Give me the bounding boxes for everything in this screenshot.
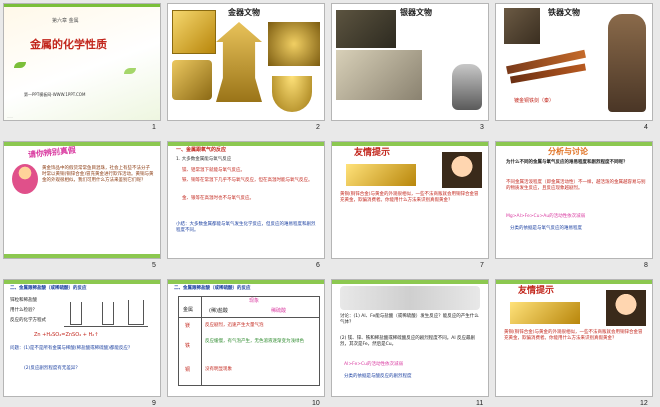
row-cu-label: 铜 xyxy=(185,367,191,373)
slide-number-5: 5 xyxy=(152,262,156,269)
row-fe-label: 铁 xyxy=(185,343,191,349)
slide-number-10: 10 xyxy=(312,400,320,407)
slide-heading: 二、金属跟稀盐酸（或稀硫酸）的反应 xyxy=(174,286,251,291)
gold-cup-image xyxy=(272,76,312,112)
silver-chest-image xyxy=(336,50,422,100)
slide-body: 黄铜(铜锌合金)与黄金的外观很相似，一些不法商贩就会用铜锌合金冒充黄金，欺骗消费… xyxy=(504,330,643,341)
row-fe-result: 反应缓慢，有气泡产生，无色溶液逐渐变为浅绿色 xyxy=(205,339,304,344)
slide-heading: 二、金属跟稀盐酸（或稀硫酸）的反应 xyxy=(10,286,87,291)
slide-label: 铁器文物 xyxy=(548,8,580,17)
row-cu-result: 没有明显现象 xyxy=(205,367,232,372)
slide-thumbnail-1[interactable]: 第六章 金属 金属的化学性质 第一PPT模板网-WWW.1PPT.COM ...… xyxy=(3,3,161,121)
gold-pavilion-image xyxy=(216,22,262,102)
header-h2so4: 稀硫酸 xyxy=(271,308,287,314)
slide-number-2: 2 xyxy=(316,124,320,131)
line-2: 用什么检验？ xyxy=(10,308,37,313)
gold-jewelry-image xyxy=(346,164,416,186)
slide-subheading: 1. 大多数金属能与氧气反应 xyxy=(176,157,232,162)
question: 为什么不同的金属与氧气反应的难易程度和剧烈程度不同呢？ xyxy=(506,160,628,165)
slide-number-8: 8 xyxy=(644,262,648,269)
slide-heading: 友情提示 xyxy=(354,148,391,158)
row-mg-result: 反应剧烈，迅速产生大量气泡 xyxy=(205,323,264,328)
slide-thumbnail-2[interactable]: 金器文物 xyxy=(167,3,325,121)
slide-label: 银器文物 xyxy=(400,8,432,17)
gold-jewelry-image xyxy=(510,302,580,324)
lab-apparatus-image xyxy=(64,298,148,327)
paragraph-3: 分类的依据是与氧气反应的难易程度 xyxy=(510,226,582,231)
slide-thumbnail-12[interactable]: 友情提示 黄铜(铜锌合金)与黄金的外观很相似，一些不法商贩就会用铜锌合金冒充黄金… xyxy=(495,279,653,397)
slide-heading: 友情提示 xyxy=(518,286,555,296)
slide-number-3: 3 xyxy=(480,124,484,131)
gold-vessel-image xyxy=(172,60,212,100)
slide-thumbnail-6[interactable]: 一、金属跟氧气的反应 1. 大多数金属能与氧气反应 镁、铝常温下就能与氧气反应。… xyxy=(167,141,325,259)
question-2: (2)反应剧烈程度有无差异？ xyxy=(24,366,80,371)
line-1: 锌粒和稀盐酸 xyxy=(10,298,37,303)
slide-number-1: 1 xyxy=(152,124,156,131)
discussion-4: 分类的依据是与酸反应的剧烈程度 xyxy=(344,374,412,379)
slide-body: 黄金饰品中的假货常常鱼目混珠，社会上有些不法分子时常以黄铜(铜锌合金)冒充黄金进… xyxy=(42,166,154,183)
slide-thumbnail-9[interactable]: 二、金属跟稀盐酸（或稀硫酸）的反应 锌粒和稀盐酸 用什么检验？ 反应的化学方程式… xyxy=(3,279,161,397)
slide-number-9: 9 xyxy=(152,400,156,407)
slide-thumbnail-11[interactable]: 讨论：(1) Al、Fe能与盐酸（或稀硫酸）发生反应？能反应的产生什么气体？ (… xyxy=(331,279,489,397)
slide-title: 金属的化学性质 xyxy=(30,38,107,51)
slide-heading: 分析与讨论 xyxy=(548,147,588,156)
site-link[interactable]: 第一PPT模板网-WWW.1PPT.COM xyxy=(24,92,85,98)
person-photo xyxy=(442,152,482,188)
slide-heading: 请你辨别真假 xyxy=(27,145,77,160)
row-mg-label: 镁 xyxy=(185,323,191,329)
silver-box-image xyxy=(336,10,396,48)
line-3: 反应的化学方程式 xyxy=(10,318,46,323)
bullet-1: 镁、铝常温下就能与氧气反应。 xyxy=(182,168,245,173)
slide-number-6: 6 xyxy=(316,262,320,269)
slide-thumbnail-7[interactable]: 友情提示 黄铜(铜锌合金)与黄金的外观很相似，一些不法商贩就会用铜锌合金冒充黄金… xyxy=(331,141,489,259)
person-photo xyxy=(606,290,646,326)
slide-number-12: 12 xyxy=(640,400,648,407)
gold-seal-image xyxy=(172,10,216,54)
gold-plate-image xyxy=(268,22,320,66)
header-metal: 金属 xyxy=(183,307,194,313)
bullet-3: 金、银等在高温时也不与氧气反应。 xyxy=(182,196,254,201)
slide-thumbnail-10[interactable]: 二、金属跟稀盐酸（或稀硫酸）的反应 金属 现象 (稀)盐酸 稀硫酸 镁 反应剧烈… xyxy=(167,279,325,397)
silver-jug-image xyxy=(452,64,482,110)
slide-body: 黄铜(铜锌合金)与黄金的外观很相似，一些不法商贩就会用铜锌合金冒充黄金，欺骗消费… xyxy=(340,192,479,203)
slide-thumbnail-8[interactable]: 分析与讨论 为什么不同的金属与氧气反应的难易程度和剧烈程度不同呢？ 不同金属活泼… xyxy=(495,141,653,259)
bullet-2: 铁、铜等在常温下几乎不与氧气反应，但在高温时能与氧气反应。 xyxy=(182,178,313,183)
paragraph-1: 不同金属活泼程度（即金属活动性）不一样，越活泼的金属越容易与别的物质发生反应，且… xyxy=(506,180,646,191)
slide-heading: 一、金属跟氧气的反应 xyxy=(176,147,227,153)
summary: 小结：大多数金属都能与氧气发生化学反应，但反应的难易程度和剧烈程度不同。 xyxy=(176,222,316,233)
slide-number-7: 7 xyxy=(480,262,484,269)
discussion-3: Al>Fe>Cu的活动性依次减弱 xyxy=(344,362,403,367)
image-caption: 镀金铜铁剑（秦） xyxy=(514,98,555,104)
slide-thumbnail-4[interactable]: 铁器文物 镀金铜铁剑（秦） xyxy=(495,3,653,121)
slide-number-11: 11 xyxy=(476,400,484,407)
slide-label: 金器文物 xyxy=(228,8,260,17)
discussion-2: (2) 镁、锌、铁和稀盐酸或稀硫酸反应的剧烈程度不同。Al 反应最剧烈，其次是F… xyxy=(340,336,476,347)
header-phenomenon: 现象 xyxy=(249,298,260,304)
slide-number-4: 4 xyxy=(644,124,648,131)
paragraph-2: Mg>Al>Fe>Cu>Au的活动性依次减弱 xyxy=(506,214,586,219)
iron-statue-image xyxy=(504,8,540,44)
footer-text: ...... xyxy=(7,115,13,119)
header-hcl: (稀)盐酸 xyxy=(209,308,228,314)
cartoon-figure-image xyxy=(12,164,38,194)
chapter-label: 第六章 金属 xyxy=(52,18,79,24)
slide-thumbnail-3[interactable]: 银器文物 xyxy=(331,3,489,121)
equation: Zn +H₂SO₄=ZnSO₄ + H₂↑ xyxy=(34,332,99,338)
discussion-1: 讨论：(1) Al、Fe能与盐酸（或稀硫酸）发生反应？能反应的产生什么气体？ xyxy=(340,314,479,325)
experiment-tubes-image xyxy=(340,286,480,310)
question-1: 问题：(1)是不是所有金属与稀酸(稀盐酸或稀硫酸)都能反应？ xyxy=(10,346,133,351)
reaction-table: 金属 现象 (稀)盐酸 稀硫酸 镁 反应剧烈，迅速产生大量气泡 铁 反应缓慢，有… xyxy=(178,296,320,386)
warrior-statue-image xyxy=(608,14,646,112)
slide-thumbnail-5[interactable]: 请你辨别真假 黄金饰品中的假货常常鱼目混珠，社会上有些不法分子时常以黄铜(铜锌合… xyxy=(3,141,161,259)
